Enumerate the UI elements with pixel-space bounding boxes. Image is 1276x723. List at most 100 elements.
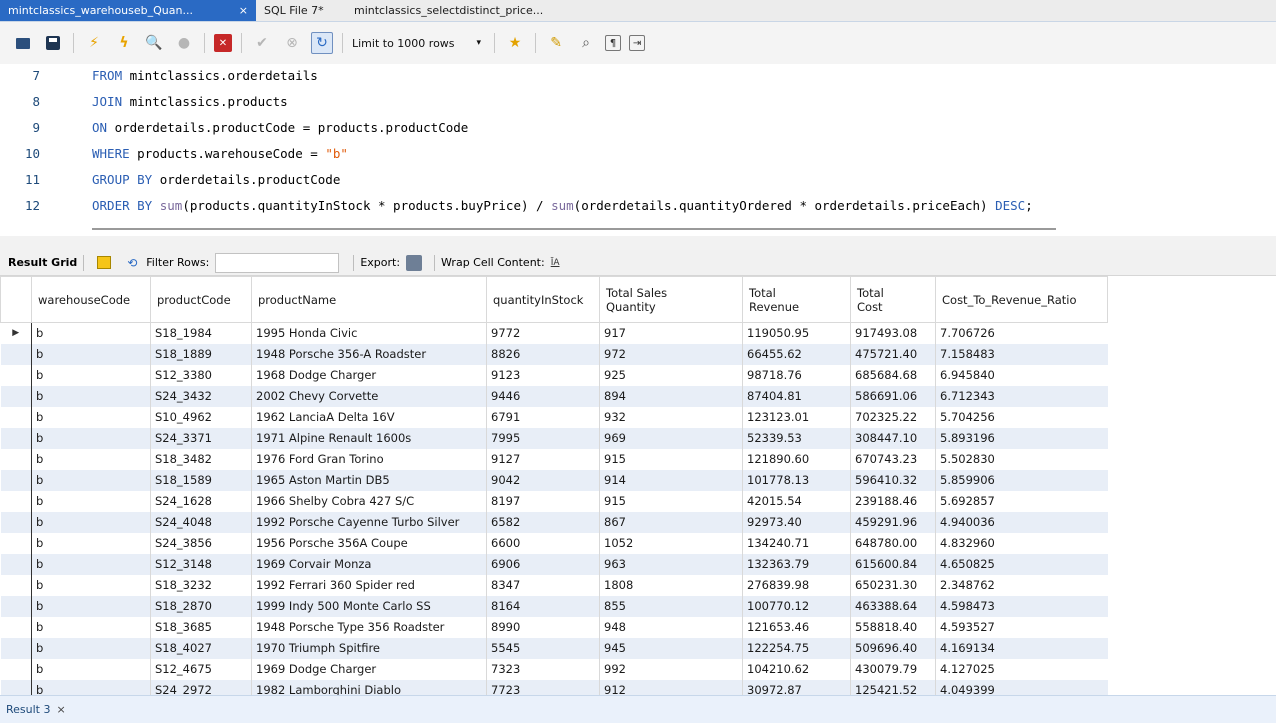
cell-quantity-in-stock[interactable]: 6582 (486, 511, 600, 533)
cell-total-cost[interactable]: 650231.30 (850, 574, 936, 596)
product-code-header[interactable]: productCode (150, 276, 252, 323)
row-marker[interactable] (1, 407, 32, 428)
cell-product-name[interactable]: 1969 Dodge Charger (251, 658, 487, 680)
cell-product-name[interactable]: 1992 Porsche Cayenne Turbo Silver (251, 511, 487, 533)
cell-total-cost[interactable]: 702325.22 (850, 406, 936, 428)
cell-total-sales-quantity[interactable]: 1052 (599, 532, 743, 554)
cell-product-code[interactable]: S24_4048 (150, 511, 252, 533)
cell-product-name[interactable]: 1948 Porsche 356-A Roadster (251, 343, 487, 365)
cell-product-name[interactable]: 1995 Honda Civic (251, 322, 487, 344)
cell-quantity-in-stock[interactable]: 8347 (486, 574, 600, 596)
row-marker[interactable] (0, 637, 32, 659)
cell-product-code[interactable]: S24_1628 (150, 490, 252, 512)
row-marker[interactable] (1, 617, 32, 638)
warehouse-code-header[interactable]: warehouseCode (31, 276, 151, 323)
cell-warehouse-code[interactable]: b (31, 343, 151, 365)
table-row[interactable]: b S24_3856 1956 Porsche 356A Coupe 6600 1052… (1, 532, 1108, 554)
cell-warehouse-code[interactable]: b (31, 322, 151, 344)
rollback-icon[interactable]: ⊗ (281, 32, 303, 54)
cell-total-sales-quantity[interactable]: 972 (599, 343, 743, 365)
export-icon[interactable] (406, 254, 423, 271)
cell-total-cost[interactable]: 463388.64 (850, 595, 936, 617)
cell-warehouse-code[interactable]: b (31, 574, 151, 596)
cell-cost-to-revenue-ratio[interactable]: 4.940036 (935, 511, 1108, 533)
cell-total-cost[interactable]: 509696.40 (850, 637, 936, 659)
cell-total-sales-quantity[interactable]: 917 (599, 322, 743, 344)
total-revenue-header[interactable]: Total Revenue (742, 276, 851, 323)
cell-total-cost[interactable]: 239188.46 (850, 490, 936, 512)
cell-total-cost[interactable]: 586691.06 (850, 385, 936, 407)
cell-warehouse-code[interactable]: b (31, 406, 151, 428)
cell-total-revenue[interactable]: 104210.62 (742, 658, 851, 680)
cell-total-sales-quantity[interactable]: 1808 (599, 574, 743, 596)
limit-rows-select[interactable]: Limit to 1000 rows ▾ (352, 37, 481, 50)
cell-warehouse-code[interactable]: b (31, 595, 151, 617)
execute-all-icon[interactable]: ⚡ (83, 32, 105, 54)
cell-total-sales-quantity[interactable]: 948 (599, 616, 743, 638)
filter-rows-input[interactable] (215, 252, 340, 273)
table-row[interactable]: b S24_4048 1992 Porsche Cayenne Turbo Silv… (0, 511, 1108, 533)
cell-warehouse-code[interactable]: b (31, 469, 151, 491)
tab-close-icon[interactable]: × (239, 4, 248, 17)
cell-total-sales-quantity[interactable]: 969 (599, 427, 743, 449)
cell-product-code[interactable]: S12_4675 (150, 658, 252, 680)
row-marker[interactable] (0, 511, 32, 533)
cell-total-sales-quantity[interactable]: 855 (599, 595, 743, 617)
table-row[interactable]: ▶ b S18_1984 1995 Honda Civic 9772 917 119050.… (1, 322, 1108, 344)
cell-warehouse-code[interactable]: b (31, 490, 151, 512)
cell-total-revenue[interactable]: 66455.62 (742, 343, 851, 365)
cell-warehouse-code[interactable]: b (31, 637, 151, 659)
row-marker[interactable] (0, 427, 32, 449)
row-marker[interactable] (0, 469, 32, 491)
sql-editor[interactable]: 7 FROM mintclassics.orderdetails 8 JOIN min… (0, 64, 1276, 230)
table-row[interactable]: b S12_3148 1969 Corvair Monza 6906 963 132363… (0, 553, 1108, 575)
cell-warehouse-code[interactable]: b (31, 532, 151, 554)
row-marker[interactable] (1, 533, 32, 554)
row-marker[interactable] (0, 553, 32, 575)
find-icon[interactable]: ⌕ (575, 32, 597, 54)
cell-total-cost[interactable]: 685684.68 (850, 364, 936, 386)
cell-total-sales-quantity[interactable]: 912 (599, 679, 743, 695)
grid-view-icon[interactable] (96, 256, 112, 270)
cost-to-revenue-ratio-header[interactable]: Cost_To_Revenue_Ratio (935, 276, 1108, 323)
cell-cost-to-revenue-ratio[interactable]: 5.893196 (935, 427, 1108, 449)
cell-total-cost[interactable]: 475721.40 (850, 343, 936, 365)
cell-product-code[interactable]: S18_3232 (150, 574, 252, 596)
table-row[interactable]: b S18_4027 1970 Triumph Spitfire 5545 945 122… (0, 637, 1108, 659)
explain-magnifier-icon[interactable]: 🔍 (143, 32, 165, 54)
cell-total-revenue[interactable]: 101778.13 (742, 469, 851, 491)
current-row-marker-icon[interactable]: ▶ (1, 323, 32, 344)
cell-product-code[interactable]: S18_4027 (150, 637, 252, 659)
cell-product-code[interactable]: S12_3148 (150, 553, 252, 575)
cell-total-revenue[interactable]: 121890.60 (742, 448, 851, 470)
cell-warehouse-code[interactable]: b (31, 553, 151, 575)
cell-cost-to-revenue-ratio[interactable]: 6.712343 (935, 385, 1108, 407)
cell-total-revenue[interactable]: 134240.71 (742, 532, 851, 554)
quantity-in-stock-header[interactable]: quantityInStock (486, 276, 600, 323)
cell-total-sales-quantity[interactable]: 925 (599, 364, 743, 386)
result-grid-label[interactable]: Result Grid (8, 256, 77, 269)
editor-line[interactable]: 7 FROM mintclassics.orderdetails (0, 65, 317, 85)
cell-product-name[interactable]: 1962 LanciaA Delta 16V (251, 406, 487, 428)
cell-product-name[interactable]: 1948 Porsche Type 356 Roadster (251, 616, 487, 638)
cell-warehouse-code[interactable]: b (31, 616, 151, 638)
cell-product-name[interactable]: 1971 Alpine Renault 1600s (251, 427, 487, 449)
row-marker[interactable] (0, 343, 32, 365)
commit-icon[interactable]: ✔ (251, 32, 273, 54)
cell-total-revenue[interactable]: 119050.95 (742, 322, 851, 344)
cell-quantity-in-stock[interactable]: 9446 (486, 385, 600, 407)
cell-total-cost[interactable]: 615600.84 (850, 553, 936, 575)
cell-total-revenue[interactable]: 132363.79 (742, 553, 851, 575)
cell-product-name[interactable]: 1956 Porsche 356A Coupe (251, 532, 487, 554)
cell-total-sales-quantity[interactable]: 867 (599, 511, 743, 533)
cell-product-code[interactable]: S18_2870 (150, 595, 252, 617)
cell-product-code[interactable]: S24_2972 (150, 679, 252, 695)
table-row[interactable]: b S18_2870 1999 Indy 500 Monte Carlo SS 816… (0, 595, 1108, 617)
cell-total-sales-quantity[interactable]: 894 (599, 385, 743, 407)
table-row[interactable]: b S18_1589 1965 Aston Martin DB5 9042 914 101… (0, 469, 1108, 491)
cell-product-code[interactable]: S24_3371 (150, 427, 252, 449)
cell-warehouse-code[interactable]: b (31, 364, 151, 386)
cell-total-revenue[interactable]: 42015.54 (742, 490, 851, 512)
table-row[interactable]: b S24_1628 1966 Shelby Cobra 427 S/C 8197 91… (1, 490, 1108, 512)
total-sales-quantity-header[interactable]: Total Sales Quantity (599, 276, 743, 323)
